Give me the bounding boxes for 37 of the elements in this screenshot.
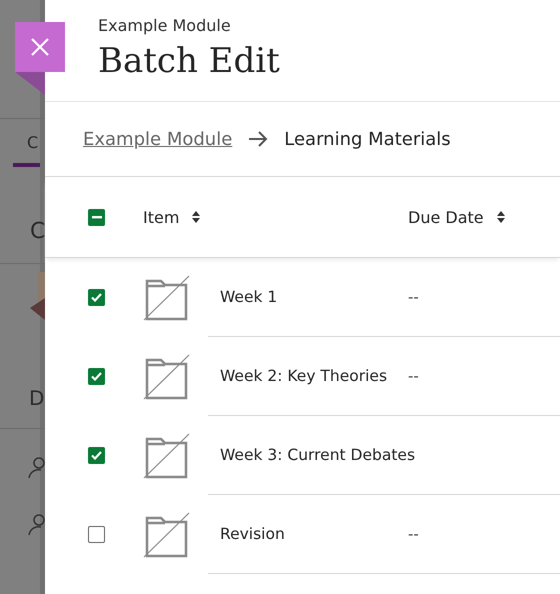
crossed-folder-icon: [143, 274, 191, 320]
column-header[interactable]: Due Date: [408, 208, 506, 226]
due-date: --: [408, 525, 419, 543]
checkbox[interactable]: [88, 289, 105, 306]
close-button[interactable]: [15, 22, 65, 72]
checkbox[interactable]: [88, 208, 105, 226]
dash-icon: [92, 216, 102, 218]
crossed-folder-icon: [143, 354, 191, 400]
item-name: Week 3: Current Debates: [219, 446, 416, 464]
checkbox[interactable]: [88, 447, 105, 464]
background-heading: C: [30, 221, 45, 243]
checkmark-icon: [91, 293, 102, 302]
checkmark-icon: [91, 451, 102, 460]
person-icon: [28, 457, 45, 479]
current-page-label: Learning Materials: [284, 128, 451, 150]
item-name: Week 1: [219, 288, 278, 306]
due-date: --: [408, 367, 419, 385]
close-icon: [31, 38, 49, 56]
fold-drawing: [15, 72, 45, 95]
item-name: Revision: [219, 525, 286, 543]
due-date: --: [408, 288, 419, 306]
panel-title: Batch Edit: [98, 41, 281, 81]
sort-icon: [496, 210, 506, 224]
checkmark-icon: [91, 372, 102, 381]
background-tab-label: C: [27, 135, 40, 151]
person-icon: [28, 514, 45, 536]
arrow-icon: [248, 130, 268, 148]
crossed-folder-icon: [143, 512, 191, 558]
checkbox[interactable]: [88, 368, 105, 385]
column-header[interactable]: Item: [143, 208, 202, 226]
module-name: Example Module: [98, 16, 232, 35]
crossed-folder-icon: [143, 432, 191, 478]
breadcrumb-link[interactable]: Example Module: [83, 128, 232, 150]
item-name: Week 2: Key Theories: [219, 367, 388, 385]
checkbox[interactable]: [88, 526, 105, 543]
sort-icon: [191, 210, 202, 224]
background-heading: D: [29, 388, 45, 408]
